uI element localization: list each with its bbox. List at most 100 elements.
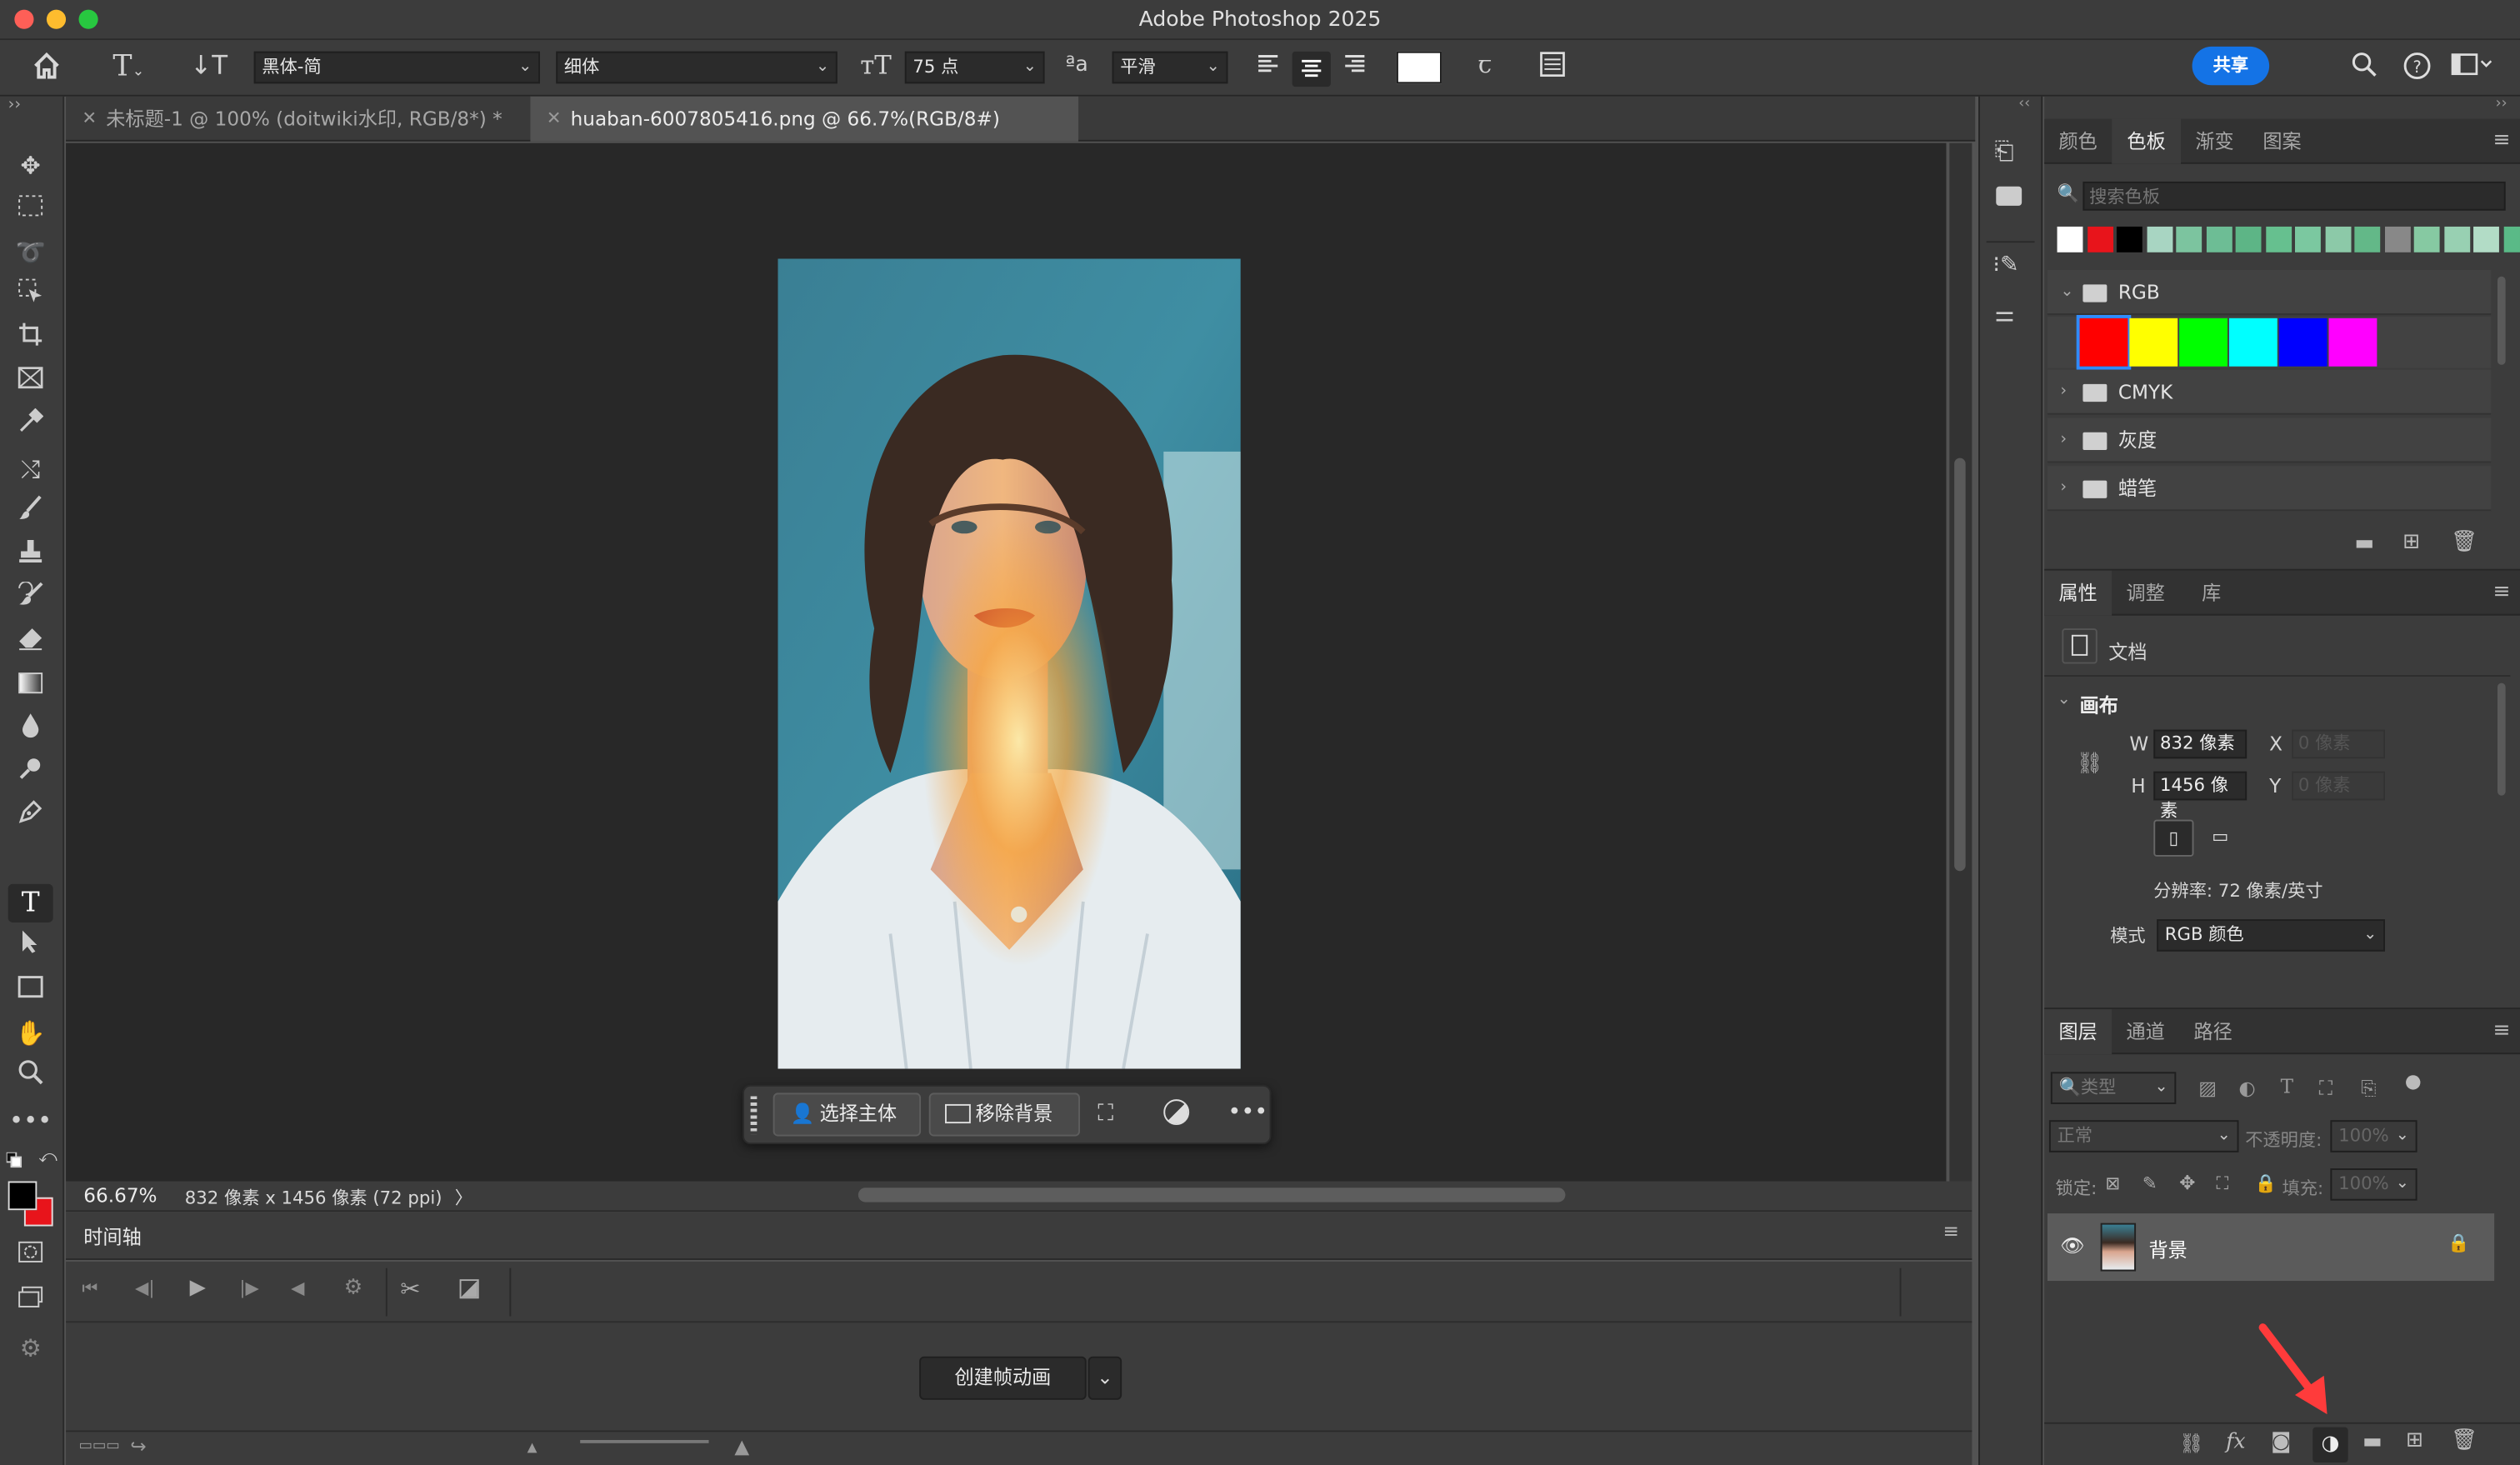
tab-paths[interactable]: 路径 bbox=[2179, 1009, 2247, 1054]
filter-smartobject-icon[interactable]: ⎘ bbox=[2361, 1077, 2377, 1101]
font-family-select[interactable]: 黑体-简 ⌄ bbox=[253, 51, 540, 84]
swap-colors-icon[interactable]: ⤺ bbox=[38, 1146, 58, 1168]
lock-all-icon[interactable]: 🔒 bbox=[2255, 1173, 2277, 1194]
eraser-tool-icon[interactable] bbox=[8, 623, 53, 662]
next-frame-icon[interactable]: |▶ bbox=[239, 1278, 258, 1298]
type-tool-icon[interactable]: T bbox=[8, 883, 53, 922]
portrait-orientation-button[interactable]: ▯ bbox=[2153, 819, 2194, 857]
tab-channels[interactable]: 通道 bbox=[2112, 1009, 2179, 1054]
tab-untitled-1[interactable]: ✕ 未标题-1 @ 100% (doitwiki水印, RGB/8*) * bbox=[66, 97, 528, 142]
eyedropper-tool-icon[interactable] bbox=[8, 407, 53, 445]
recent-swatch[interactable] bbox=[2176, 226, 2202, 252]
hand-tool-icon[interactable]: ✋ bbox=[8, 1014, 53, 1052]
font-size-select[interactable]: 75 点 ⌄ bbox=[904, 51, 1045, 84]
filter-type-icon[interactable]: T bbox=[2281, 1075, 2293, 1098]
quick-mask-icon[interactable] bbox=[8, 1236, 53, 1274]
warp-text-icon[interactable]: ꞇ bbox=[1468, 50, 1502, 79]
rgb-swatch[interactable] bbox=[2278, 318, 2328, 367]
delete-layer-icon[interactable]: 🗑 bbox=[2451, 1428, 2478, 1452]
close-tab-icon[interactable]: ✕ bbox=[547, 97, 562, 142]
more-tools-icon[interactable]: ••• bbox=[8, 1101, 53, 1139]
zoom-level[interactable]: 66.67% bbox=[83, 1184, 157, 1207]
move-tool-icon[interactable]: ✥ bbox=[8, 146, 53, 184]
font-style-select[interactable]: 细体 ⌄ bbox=[556, 51, 838, 84]
tab-huaban[interactable]: ✕ huaban-6007805416.png @ 66.7%(RGB/8#) bbox=[530, 96, 1079, 142]
zoom-in-mountain-icon[interactable]: ▲ bbox=[734, 1435, 749, 1458]
recent-swatch[interactable] bbox=[2473, 226, 2499, 252]
document-image[interactable] bbox=[778, 258, 1241, 1069]
zoom-out-mountain-icon[interactable]: ▲ bbox=[528, 1440, 538, 1454]
landscape-orientation-button[interactable]: ▭ bbox=[2200, 820, 2240, 857]
filter-shape-icon[interactable]: ⛶ bbox=[2319, 1077, 2332, 1101]
type-tool-preset-icon[interactable]: T⌄ bbox=[101, 50, 156, 83]
recent-swatch[interactable] bbox=[2324, 226, 2351, 252]
rgb-swatch[interactable] bbox=[2076, 314, 2132, 370]
text-color-swatch[interactable] bbox=[1396, 51, 1442, 84]
collapse-arrow-icon[interactable]: ⌄ bbox=[2060, 270, 2073, 315]
crop-tool-icon[interactable] bbox=[8, 320, 53, 358]
share-button[interactable]: 共享 bbox=[2192, 46, 2270, 86]
blur-tool-icon[interactable] bbox=[8, 710, 53, 748]
horizontal-scroll-thumb[interactable] bbox=[858, 1188, 1566, 1202]
comments-icon[interactable] bbox=[1996, 186, 2022, 206]
drag-handle-icon[interactable] bbox=[750, 1096, 758, 1135]
workspace-icon[interactable] bbox=[2449, 52, 2494, 84]
help-icon[interactable]: ? bbox=[2399, 52, 2434, 87]
tab-properties[interactable]: 属性 bbox=[2044, 570, 2112, 616]
align-center-icon[interactable] bbox=[1292, 51, 1331, 88]
brush-tool-icon[interactable] bbox=[8, 493, 53, 532]
tab-adjustments[interactable]: 调整 bbox=[2112, 571, 2179, 616]
new-layer-icon[interactable]: ⊞ bbox=[2406, 1428, 2423, 1452]
history-brush-tool-icon[interactable] bbox=[8, 580, 53, 618]
swatch-group-pastel[interactable]: › 蜡笔 bbox=[2047, 466, 2492, 512]
tab-color[interactable]: 颜色 bbox=[2044, 119, 2112, 164]
opacity-field[interactable]: 100% ⌄ bbox=[2330, 1120, 2418, 1152]
search-icon[interactable] bbox=[2347, 52, 2382, 84]
tab-libraries[interactable]: 库 bbox=[2179, 571, 2243, 616]
path-selection-tool-icon[interactable] bbox=[8, 928, 53, 966]
recent-swatch[interactable] bbox=[2265, 226, 2292, 252]
dodge-tool-icon[interactable] bbox=[8, 753, 53, 792]
brush-settings-icon[interactable]: ⁝✎ bbox=[1992, 252, 2018, 278]
adjustment-icon[interactable] bbox=[1163, 1099, 1190, 1125]
first-frame-icon[interactable]: ⏮ bbox=[82, 1278, 98, 1300]
fill-field[interactable]: 100% ⌄ bbox=[2330, 1168, 2418, 1201]
link-layers-icon[interactable]: ⛓ bbox=[2179, 1432, 2203, 1454]
align-left-icon[interactable] bbox=[1250, 52, 1285, 87]
recent-swatch[interactable] bbox=[2294, 226, 2321, 252]
recent-swatch[interactable] bbox=[2087, 226, 2113, 252]
adjustment-layer-icon[interactable]: ◑ bbox=[2312, 1427, 2348, 1462]
split-scissors-icon[interactable]: ✂ bbox=[400, 1274, 420, 1303]
expand-arrow-icon[interactable]: › bbox=[2060, 418, 2067, 462]
pen-tool-icon[interactable] bbox=[8, 798, 53, 836]
filter-adjustment-icon[interactable]: ◐ bbox=[2238, 1077, 2255, 1099]
tab-layers[interactable]: 图层 bbox=[2044, 1009, 2112, 1055]
recent-swatch[interactable] bbox=[2354, 226, 2381, 252]
new-swatch-icon[interactable]: ⊞ bbox=[2402, 530, 2420, 554]
expand-arrow-icon[interactable]: › bbox=[2060, 370, 2067, 415]
link-dimensions-icon[interactable]: ⛓ bbox=[2077, 752, 2103, 777]
collapse-dock-icon[interactable]: ‹‹ bbox=[2018, 97, 2030, 112]
layer-filter-select[interactable]: 🔍类型 ⌄ bbox=[2050, 1072, 2177, 1104]
recent-swatch[interactable] bbox=[2057, 226, 2083, 252]
layer-row-background[interactable]: 👁 背景 🔒 bbox=[2047, 1213, 2495, 1282]
visibility-eye-icon[interactable]: 👁 bbox=[2060, 1234, 2084, 1257]
properties-scrollbar[interactable] bbox=[2497, 682, 2506, 796]
new-group-icon[interactable]: ▬ bbox=[2362, 1430, 2382, 1454]
add-mask-icon[interactable]: ◙ bbox=[2271, 1430, 2291, 1454]
tab-patterns[interactable]: 图案 bbox=[2248, 119, 2316, 164]
prev-frame-icon[interactable]: ◀| bbox=[135, 1278, 154, 1298]
collapse-arrow-icon[interactable]: ⌄ bbox=[2058, 691, 2071, 708]
layer-name[interactable]: 背景 bbox=[2148, 1236, 2187, 1263]
panel-menu-icon[interactable]: ≡ bbox=[2492, 580, 2510, 604]
home-icon[interactable] bbox=[28, 50, 66, 88]
color-mode-select[interactable]: RGB 颜色 ⌄ bbox=[2157, 919, 2385, 952]
swatch-group-rgb[interactable]: ⌄ RGB bbox=[2047, 269, 2492, 315]
vertical-scroll-thumb[interactable] bbox=[1954, 458, 1966, 872]
more-options-icon[interactable]: ••• bbox=[1228, 1099, 1268, 1125]
delete-swatch-icon[interactable]: 🗑 bbox=[2451, 530, 2478, 554]
create-animation-dropdown[interactable]: ⌄ bbox=[1088, 1356, 1122, 1400]
height-field[interactable]: 1456 像素 bbox=[2153, 771, 2248, 821]
recent-swatch[interactable] bbox=[2235, 226, 2262, 252]
rgb-swatch[interactable] bbox=[2328, 318, 2378, 367]
